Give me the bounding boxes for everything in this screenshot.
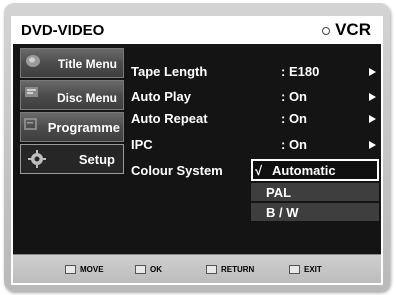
- arrow-right-icon: [369, 68, 376, 76]
- sidebar-item-label: Setup: [78, 152, 115, 167]
- row-value: : On: [281, 137, 307, 152]
- sidebar-item-label: Disc Menu: [56, 91, 117, 105]
- sidebar-item-setup[interactable]: Setup: [20, 144, 124, 174]
- menu-row-auto-play[interactable]: Auto Play : On: [131, 89, 381, 109]
- exit-hint: EXIT: [289, 265, 322, 274]
- ok-hint: OK: [135, 265, 162, 274]
- disc-icon: [24, 53, 42, 69]
- sidebar-item-programme[interactable]: Programme: [20, 112, 124, 142]
- row-name: Auto Repeat: [131, 111, 208, 126]
- move-label: MOVE: [80, 265, 104, 274]
- option-bw[interactable]: B / W: [251, 203, 379, 221]
- arrow-right-icon: [369, 115, 376, 123]
- sidebar-item-label: Title Menu: [57, 57, 117, 71]
- sidebar-item-disc-menu[interactable]: Disc Menu: [20, 80, 124, 110]
- arrow-right-icon: [369, 93, 376, 101]
- option-automatic[interactable]: √ Automatic: [251, 159, 379, 181]
- disc-menu-icon: [24, 85, 42, 101]
- menu-row-tape-length[interactable]: Tape Length : E180: [131, 64, 381, 84]
- menu-row-auto-repeat[interactable]: Auto Repeat : On: [131, 111, 381, 131]
- row-value: : On: [281, 89, 307, 104]
- arrow-right-icon: [369, 141, 376, 149]
- option-label: Automatic: [272, 163, 336, 178]
- sidebar-item-title-menu[interactable]: Title Menu: [20, 48, 124, 78]
- sidebar-item-label: Programme: [47, 120, 120, 135]
- move-hint: MOVE: [65, 265, 104, 274]
- row-name: Tape Length: [131, 64, 208, 79]
- row-name: IPC: [131, 137, 153, 152]
- programme-icon: [24, 117, 42, 133]
- row-name: Auto Play: [131, 89, 191, 104]
- footer-bar: MOVE OK RETURN EXIT: [13, 254, 381, 283]
- check-mark-icon: √: [255, 163, 263, 178]
- row-value: : E180: [281, 64, 320, 79]
- return-label: RETURN: [221, 265, 255, 274]
- move-key-icon: [65, 265, 76, 274]
- dvd-video-title[interactable]: DVD-VIDEO: [21, 22, 104, 39]
- gear-icon: [27, 150, 47, 168]
- setup-screen: DVD-VIDEO VCR Title Menu Disc Menu Progr…: [11, 16, 383, 285]
- ok-key-icon: [135, 265, 146, 274]
- option-pal[interactable]: PAL: [251, 183, 379, 201]
- return-hint: RETURN: [206, 265, 254, 274]
- exit-key-icon: [289, 265, 300, 274]
- return-key-icon: [206, 265, 217, 274]
- colour-system-dropdown: √ Automatic PAL B / W: [251, 159, 379, 223]
- row-name: Colour System: [131, 163, 223, 178]
- sidebar: Title Menu Disc Menu Programme Setup: [20, 48, 124, 176]
- option-label: B / W: [266, 205, 299, 220]
- ok-label: OK: [150, 265, 162, 274]
- menu-row-ipc[interactable]: IPC : On: [131, 137, 381, 157]
- row-value: : On: [281, 111, 307, 126]
- option-label: PAL: [266, 185, 292, 200]
- exit-label: EXIT: [304, 265, 322, 274]
